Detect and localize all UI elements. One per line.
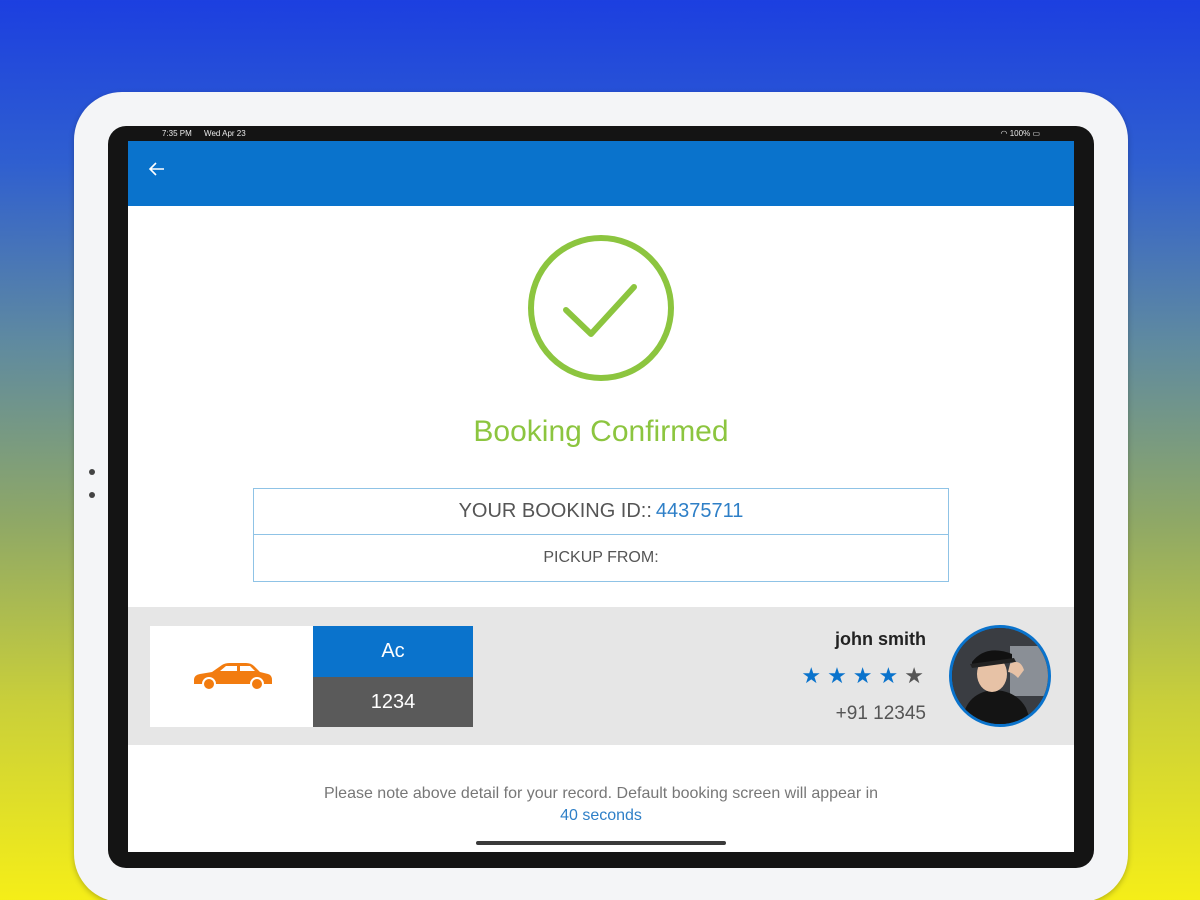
record-note-text: Please note above detail for your record… <box>323 785 879 802</box>
check-circle-icon <box>526 233 676 383</box>
driver-name: john smith <box>835 629 926 649</box>
battery-level: 100% <box>1009 128 1031 138</box>
booking-confirmed-title: Booking Confirmed <box>473 415 729 448</box>
vehicle-number: 1234 <box>313 677 473 727</box>
battery-icon: ▭ <box>1032 128 1040 138</box>
app-screen: Booking Confirmed YOUR BOOKING ID:: 4437… <box>128 141 1074 852</box>
vehicle-type: Ac <box>313 626 473 677</box>
home-indicator[interactable] <box>476 841 726 845</box>
star-filled-icon: ★ <box>852 663 873 688</box>
side-sensor-dot <box>89 492 95 498</box>
car-icon <box>150 626 313 727</box>
booking-info-box: YOUR BOOKING ID:: 44375711 PICKUP FROM: <box>253 488 949 582</box>
booking-id-label: YOUR BOOKING ID:: <box>458 500 652 522</box>
tablet-frame: 7:35 PM Wed Apr 23 ◠ 100% ▭ Booking Conf… <box>74 92 1128 900</box>
tablet-bezel: 7:35 PM Wed Apr 23 ◠ 100% ▭ Booking Conf… <box>108 126 1094 868</box>
driver-phone[interactable]: +91 12345 <box>836 703 926 725</box>
star-empty-icon: ★ <box>904 663 924 688</box>
star-filled-icon: ★ <box>827 663 847 688</box>
driver-avatar <box>949 625 1051 727</box>
star-filled-icon: ★ <box>801 663 822 688</box>
record-note: Please note above detail for your record… <box>128 783 1074 827</box>
booking-id-value: 44375711 <box>655 500 744 522</box>
status-bar: 7:35 PM Wed Apr 23 ◠ 100% ▭ <box>162 126 1040 140</box>
wifi-icon: ◠ <box>1000 128 1008 138</box>
pickup-label: PICKUP FROM: <box>543 549 659 566</box>
pickup-row: PICKUP FROM: <box>254 535 948 581</box>
status-time: 7:35 PM <box>162 128 192 138</box>
top-app-bar <box>128 141 1074 206</box>
driver-rating: ★ ★ ★ ★ ★ <box>801 663 924 689</box>
status-date: Wed Apr 23 <box>204 128 246 138</box>
countdown-timer: 40 seconds <box>560 807 642 824</box>
booking-id-row: YOUR BOOKING ID:: 44375711 <box>254 489 948 535</box>
star-filled-icon: ★ <box>878 663 899 688</box>
side-sensor-dot <box>89 469 95 475</box>
driver-section: Ac 1234 john smith ★ ★ ★ ★ ★ +91 12345 <box>128 607 1074 745</box>
back-arrow-icon[interactable] <box>142 157 172 187</box>
